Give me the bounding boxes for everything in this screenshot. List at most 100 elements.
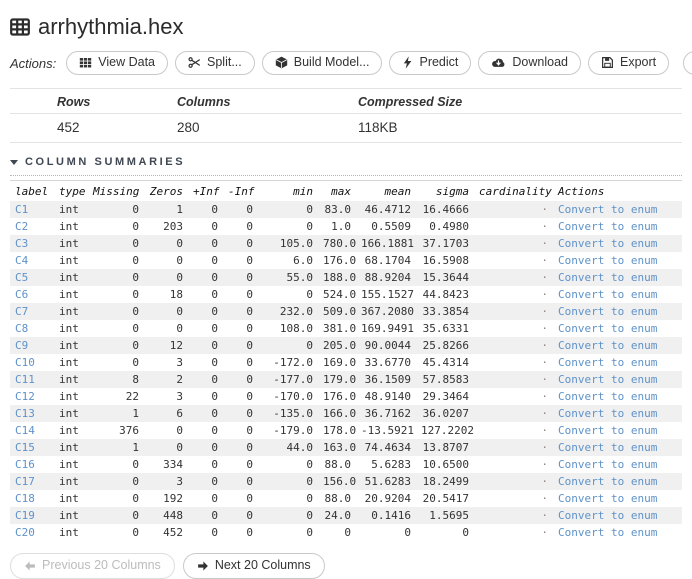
column-pos-inf: 0 xyxy=(211,237,218,250)
compressed-size-header: Compressed Size xyxy=(358,95,463,109)
column-summaries-section-header[interactable]: COLUMN SUMMARIES xyxy=(10,152,682,176)
convert-to-enum-link[interactable]: Convert to enum xyxy=(558,407,657,420)
convert-to-enum-link[interactable]: Convert to enum xyxy=(558,424,657,437)
header-label: label xyxy=(15,185,49,198)
column-cardinality: · xyxy=(541,322,548,335)
convert-to-enum-link[interactable]: Convert to enum xyxy=(558,339,657,352)
delete-button[interactable]: Delete xyxy=(683,51,692,75)
table-row: C19 int 0 448 0 0 0 24.0 0.1416 1.5695 ·… xyxy=(10,507,682,524)
column-zeros: 0 xyxy=(176,322,183,335)
column-label-link[interactable]: C6 xyxy=(15,288,28,301)
column-mean: 74.4634 xyxy=(364,441,411,454)
rows-header: Rows xyxy=(57,95,91,109)
column-cardinality: · xyxy=(541,458,548,471)
view-data-button[interactable]: View Data xyxy=(66,51,168,75)
export-button[interactable]: Export xyxy=(587,51,670,75)
convert-to-enum-link[interactable]: Convert to enum xyxy=(558,509,657,522)
convert-to-enum-link[interactable]: Convert to enum xyxy=(558,526,657,539)
column-missing: 0 xyxy=(132,322,139,335)
convert-to-enum-link[interactable]: Convert to enum xyxy=(558,288,657,301)
column-max: 156.0 xyxy=(323,475,356,488)
column-label-link[interactable]: C17 xyxy=(15,475,35,488)
column-cardinality: · xyxy=(541,390,548,403)
column-missing: 0 xyxy=(132,339,139,352)
convert-to-enum-link[interactable]: Convert to enum xyxy=(558,492,657,505)
header-mean: mean xyxy=(384,185,412,198)
column-pos-inf: 0 xyxy=(211,407,218,420)
column-label-link[interactable]: C14 xyxy=(15,424,35,437)
convert-to-enum-link[interactable]: Convert to enum xyxy=(558,373,657,386)
column-missing: 0 xyxy=(132,237,139,250)
column-zeros: 0 xyxy=(176,441,183,454)
column-summaries-table: label type Missing Zeros +Inf -Inf min m… xyxy=(10,180,682,541)
table-row: C14 int 376 0 0 0 -179.0 178.0 -13.5921 … xyxy=(10,422,682,439)
column-sigma: 0 xyxy=(462,526,469,539)
column-label-link[interactable]: C9 xyxy=(15,339,28,352)
column-missing: 0 xyxy=(132,203,139,216)
column-type: int xyxy=(59,288,79,301)
convert-to-enum-link[interactable]: Convert to enum xyxy=(558,458,657,471)
column-cardinality: · xyxy=(541,407,548,420)
download-button[interactable]: Download xyxy=(478,51,581,75)
previous-20-columns-button[interactable]: Previous 20 Columns xyxy=(10,553,175,579)
convert-to-enum-link[interactable]: Convert to enum xyxy=(558,390,657,403)
convert-to-enum-link[interactable]: Convert to enum xyxy=(558,254,657,267)
convert-to-enum-link[interactable]: Convert to enum xyxy=(558,220,657,233)
column-label-link[interactable]: C16 xyxy=(15,458,35,471)
column-label-link[interactable]: C19 xyxy=(15,509,35,522)
stats-header-row: Rows Columns Compressed Size xyxy=(10,89,682,114)
header-zeros: Zeros xyxy=(149,185,183,198)
predict-button[interactable]: Predict xyxy=(389,51,472,75)
column-min: 0 xyxy=(306,288,313,301)
column-type: int xyxy=(59,475,79,488)
column-max: 188.0 xyxy=(323,271,356,284)
convert-to-enum-link[interactable]: Convert to enum xyxy=(558,356,657,369)
split-button[interactable]: Split... xyxy=(175,51,255,75)
column-label-link[interactable]: C13 xyxy=(15,407,35,420)
column-pos-inf: 0 xyxy=(211,288,218,301)
column-label-link[interactable]: C8 xyxy=(15,322,28,335)
column-cardinality: · xyxy=(541,203,548,216)
column-label-link[interactable]: C3 xyxy=(15,237,28,250)
column-sigma: 0.4980 xyxy=(429,220,469,233)
column-neg-inf: 0 xyxy=(246,509,253,522)
column-label-link[interactable]: C4 xyxy=(15,254,28,267)
convert-to-enum-link[interactable]: Convert to enum xyxy=(558,305,657,318)
column-pos-inf: 0 xyxy=(211,339,218,352)
column-label-link[interactable]: C10 xyxy=(15,356,35,369)
table-row: C7 int 0 0 0 0 232.0 509.0 367.2080 33.3… xyxy=(10,303,682,320)
column-label-link[interactable]: C20 xyxy=(15,526,35,539)
next-20-columns-button[interactable]: Next 20 Columns xyxy=(182,553,325,579)
convert-to-enum-link[interactable]: Convert to enum xyxy=(558,475,657,488)
column-label-link[interactable]: C12 xyxy=(15,390,35,403)
header-pinf: +Inf xyxy=(193,185,220,198)
convert-to-enum-link[interactable]: Convert to enum xyxy=(558,237,657,250)
convert-to-enum-link[interactable]: Convert to enum xyxy=(558,441,657,454)
columns-header: Columns xyxy=(177,95,231,109)
column-zeros: 12 xyxy=(169,339,183,352)
column-label-link[interactable]: C1 xyxy=(15,203,28,216)
column-min: 0 xyxy=(306,458,313,471)
column-mean: 155.1527 xyxy=(361,288,414,301)
column-label-link[interactable]: C2 xyxy=(15,220,28,233)
next-label: Next 20 Columns xyxy=(214,558,311,572)
column-zeros: 3 xyxy=(176,475,183,488)
column-label-link[interactable]: C7 xyxy=(15,305,28,318)
column-label-link[interactable]: C11 xyxy=(15,373,35,386)
column-mean: 20.9204 xyxy=(364,492,411,505)
column-label-link[interactable]: C5 xyxy=(15,271,28,284)
convert-to-enum-link[interactable]: Convert to enum xyxy=(558,322,657,335)
column-cardinality: · xyxy=(541,373,548,386)
build-model-button[interactable]: Build Model... xyxy=(261,51,383,75)
column-label-link[interactable]: C15 xyxy=(15,441,35,454)
column-type: int xyxy=(59,356,79,369)
column-type: int xyxy=(59,424,79,437)
column-type: int xyxy=(59,526,79,539)
column-label-link[interactable]: C18 xyxy=(15,492,35,505)
column-missing: 1 xyxy=(132,441,139,454)
column-max: 179.0 xyxy=(323,373,356,386)
column-cardinality: · xyxy=(541,254,548,267)
convert-to-enum-link[interactable]: Convert to enum xyxy=(558,271,657,284)
column-mean: 88.9204 xyxy=(364,271,411,284)
convert-to-enum-link[interactable]: Convert to enum xyxy=(558,203,657,216)
